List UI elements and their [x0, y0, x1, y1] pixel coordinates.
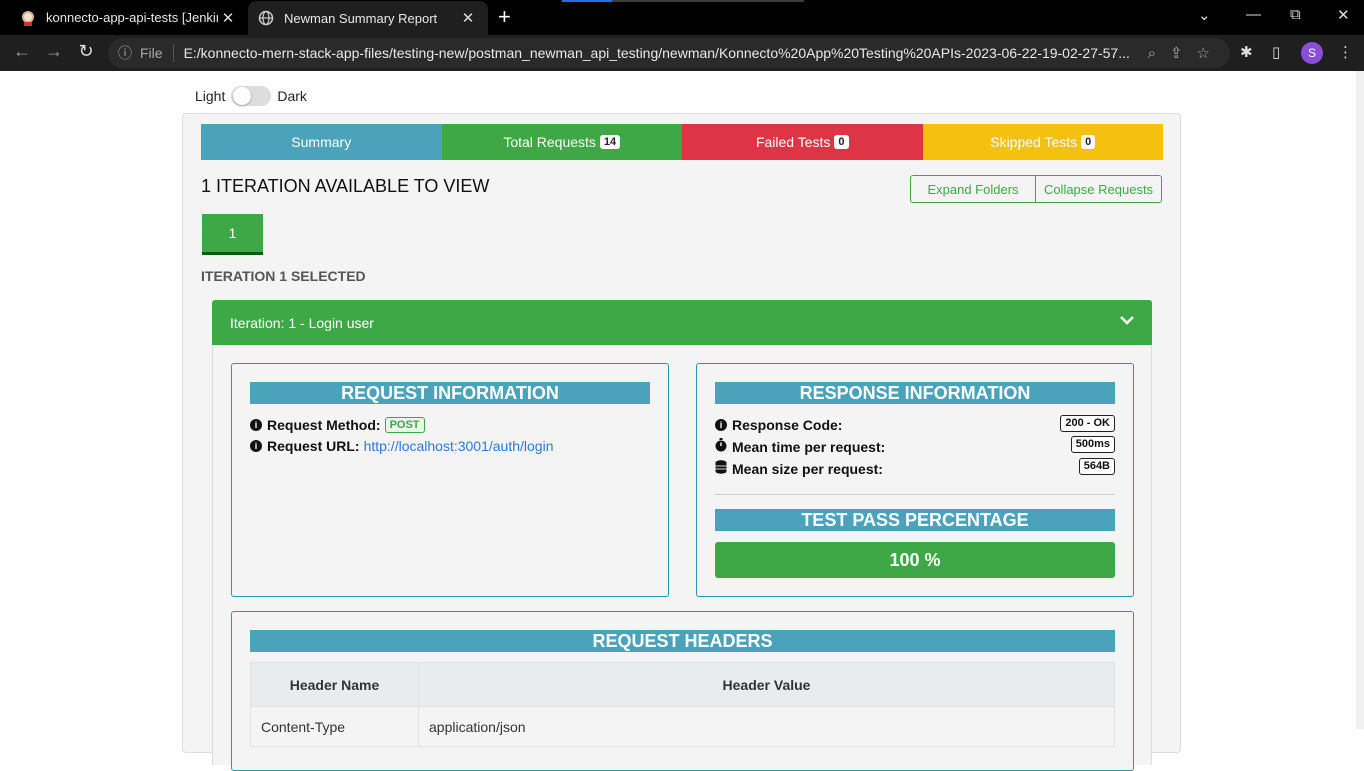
tab-skipped-tests[interactable]: Skipped Tests 0 — [922, 124, 1163, 160]
minimize-icon[interactable]: — — [1246, 6, 1261, 23]
response-information-card: RESPONSE INFORMATION i Response Code: 20… — [696, 363, 1134, 597]
browser-tab-jenkins[interactable]: konnecto-app-api-tests [Jenkins] ✕ — [10, 0, 248, 35]
forward-icon[interactable]: → — [42, 41, 66, 62]
request-url-label: Request URL: — [267, 438, 360, 454]
count-badge: 0 — [1081, 135, 1096, 149]
share-icon[interactable]: ⇪ — [1170, 44, 1183, 62]
omnibox-divider — [172, 44, 174, 62]
globe-icon — [258, 10, 274, 26]
tab-label: Summary — [291, 134, 352, 150]
browser-toolbar: ← → ↻ ⓘ File E:/konnecto-mern-stack-app-… — [0, 35, 1364, 71]
reload-icon[interactable]: ↻ — [74, 41, 98, 62]
count-badge: 14 — [599, 135, 621, 149]
tab-strip: konnecto-app-api-tests [Jenkins] ✕ Newma… — [0, 0, 1364, 35]
expand-folders-button[interactable]: Expand Folders — [910, 175, 1036, 203]
tab-strip-divider — [612, 0, 804, 2]
scheme-label: File — [140, 45, 163, 61]
tab-total-requests[interactable]: Total Requests 14 — [441, 124, 682, 160]
response-code-row: i Response Code: — [715, 417, 842, 433]
tab-label: Total Requests — [503, 134, 596, 150]
mean-size-row: Mean size per request: — [715, 460, 883, 477]
iteration-accordion-body: REQUEST INFORMATION i Request Method: PO… — [212, 345, 1152, 771]
iteration-pill-1[interactable]: 1 — [202, 214, 263, 255]
collapse-requests-button[interactable]: Collapse Requests — [1035, 175, 1162, 203]
restore-icon[interactable]: ⧉ — [1290, 6, 1301, 23]
request-headers-card: REQUEST HEADERS Header Name Header Value… — [231, 611, 1134, 771]
theme-switch[interactable] — [231, 86, 272, 106]
request-method-label: Request Method: — [267, 417, 381, 433]
back-icon[interactable]: ← — [10, 41, 34, 62]
profile-avatar[interactable]: S — [1301, 42, 1323, 64]
iteration-accordion-header[interactable]: Iteration: 1 - Login user — [212, 300, 1152, 345]
address-bar[interactable]: ⓘ File E:/konnecto-mern-stack-app-files/… — [108, 38, 1230, 68]
request-url-row: i Request URL: http://localhost:3001/aut… — [250, 438, 553, 454]
table-row: Content-Type application/json — [250, 706, 1115, 747]
close-icon[interactable]: ✕ — [218, 9, 238, 27]
request-headers-title: REQUEST HEADERS — [250, 630, 1115, 652]
pass-percentage-bar: 100 % — [715, 542, 1115, 578]
request-information-card: REQUEST INFORMATION i Request Method: PO… — [231, 363, 669, 597]
section-divider — [715, 494, 1115, 495]
column-header-name: Header Name — [250, 662, 419, 707]
table-header-row: Header Name Header Value — [250, 662, 1115, 707]
jenkins-icon — [20, 10, 36, 26]
loading-indicator — [562, 0, 612, 2]
switch-knob — [233, 87, 252, 105]
side-panel-icon[interactable]: ▯ — [1272, 43, 1280, 61]
iterations-heading: 1 ITERATION AVAILABLE TO VIEW — [201, 176, 490, 196]
response-code-badge: 200 - OK — [1060, 415, 1115, 432]
tab-title: Newman Summary Report — [284, 10, 438, 26]
mean-time-label: Mean time per request: — [732, 438, 886, 455]
count-badge: 0 — [834, 135, 849, 149]
column-header-value: Header Value — [418, 662, 1115, 707]
site-info-icon[interactable]: ⓘ — [118, 43, 132, 63]
header-name-cell: Content-Type — [250, 706, 419, 747]
chevron-down-icon[interactable] — [1120, 312, 1134, 330]
request-method-row: i Request Method: POST — [250, 417, 425, 433]
tab-title: konnecto-app-api-tests [Jenkins] — [46, 10, 218, 25]
tab-label: Skipped Tests — [990, 134, 1078, 150]
test-pass-title: TEST PASS PERCENTAGE — [715, 509, 1115, 531]
request-url-link[interactable]: http://localhost:3001/auth/login — [364, 438, 554, 454]
mean-size-badge: 564B — [1078, 458, 1115, 475]
tab-label: Failed Tests — [755, 134, 831, 150]
tab-search-icon[interactable]: ⌄ — [1198, 6, 1211, 24]
stopwatch-icon — [715, 438, 727, 455]
response-code-label: Response Code: — [732, 417, 843, 433]
headers-table: Header Name Header Value Content-Type ap… — [250, 662, 1115, 747]
tab-failed-tests[interactable]: Failed Tests 0 — [682, 124, 923, 160]
request-information-title: REQUEST INFORMATION — [250, 382, 650, 404]
new-tab-button[interactable]: + — [498, 5, 511, 29]
tab-summary[interactable]: Summary — [201, 124, 442, 160]
mean-time-row: Mean time per request: — [715, 438, 885, 455]
mean-time-badge: 500ms — [1070, 436, 1115, 453]
url-text[interactable]: E:/konnecto-mern-stack-app-files/testing… — [184, 45, 1134, 61]
bookmark-star-icon[interactable]: ☆ — [1197, 44, 1210, 62]
report-container: Summary Total Requests 14 Failed Tests 0… — [182, 113, 1181, 771]
summary-tabs: Summary Total Requests 14 Failed Tests 0… — [201, 124, 1163, 160]
page-scrollbar[interactable] — [1356, 71, 1364, 729]
window-close-icon[interactable]: ✕ — [1337, 6, 1350, 24]
method-badge: POST — [384, 417, 425, 433]
dark-label: Dark — [277, 88, 307, 104]
zoom-icon[interactable]: ⌕ — [1148, 45, 1156, 62]
info-icon: i — [715, 419, 727, 431]
theme-toggle: Light Dark — [195, 86, 307, 106]
accordion-title: Iteration: 1 - Login user — [230, 314, 374, 331]
info-icon: i — [250, 419, 262, 431]
database-icon — [715, 460, 727, 477]
header-value-cell: application/json — [418, 706, 1115, 747]
iteration-selected-label: ITERATION 1 SELECTED — [201, 268, 366, 284]
browser-menu-icon[interactable]: ⋮ — [1338, 43, 1353, 61]
report-page: Light Dark Summary Total Requests 14 Fai… — [0, 71, 1364, 771]
browser-tab-newman[interactable]: Newman Summary Report ✕ — [248, 1, 488, 35]
response-information-title: RESPONSE INFORMATION — [715, 382, 1115, 404]
light-label: Light — [195, 88, 226, 104]
extensions-icon[interactable]: ✱ — [1240, 43, 1253, 61]
mean-size-label: Mean size per request: — [732, 460, 883, 477]
info-icon: i — [250, 440, 262, 452]
close-icon[interactable]: ✕ — [458, 9, 478, 27]
